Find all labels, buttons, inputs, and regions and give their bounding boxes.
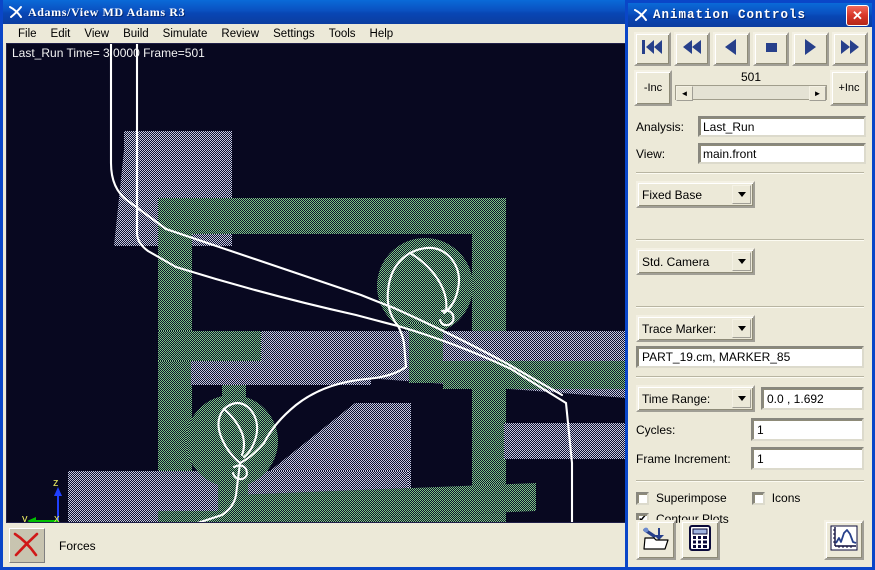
increment-row: -Inc 501 ◄ ► +Inc — [628, 66, 872, 106]
frame-increment-label: Frame Increment: — [636, 451, 731, 466]
range-combo[interactable]: Time Range: — [636, 385, 755, 412]
decrement-button[interactable]: -Inc — [634, 70, 672, 106]
base-combo-value: Fixed Base — [642, 187, 703, 202]
view-row: View: main.front — [628, 137, 872, 164]
close-icon[interactable]: ✕ — [846, 5, 869, 26]
fast-forward-button[interactable] — [831, 32, 868, 66]
bottom-tool-row — [628, 520, 872, 562]
frame-scrollbar[interactable]: ◄ ► — [675, 85, 827, 101]
increment-button[interactable]: +Inc — [830, 70, 868, 106]
record-to-file-button[interactable] — [636, 520, 676, 560]
frame-number-label: 501 — [740, 70, 762, 84]
icons-checkbox[interactable] — [751, 491, 765, 505]
divider-2 — [636, 239, 864, 241]
analysis-label: Analysis: — [636, 119, 685, 134]
animation-titlebar: Animation Controls ✕ — [628, 3, 872, 27]
checkbox-row-1: Superimpose Icons — [628, 491, 872, 505]
frame-increment-row: Frame Increment: 1 — [628, 447, 872, 470]
axis-triad: z y x — [20, 477, 80, 523]
camera-combo-value: Std. Camera — [642, 254, 710, 269]
status-bar: Forces — [6, 527, 627, 564]
save-folder-icon — [642, 525, 670, 556]
menu-item-file[interactable]: File — [11, 27, 44, 41]
divider-1 — [636, 172, 864, 174]
trace-combo[interactable]: Trace Marker: — [636, 315, 755, 342]
animation-controls-window: Animation Controls ✕ -Inc 501 ◄ ► +Inc A… — [625, 0, 875, 570]
chevron-down-icon[interactable] — [732, 252, 751, 271]
menu-item-tools[interactable]: Tools — [322, 27, 363, 41]
main-window: Adams/View MD Adams R3 File Edit View Bu… — [0, 0, 630, 570]
scroll-right-arrow-icon[interactable]: ► — [809, 86, 826, 101]
base-combo[interactable]: Fixed Base — [636, 181, 755, 208]
cycles-label: Cycles: — [636, 422, 676, 437]
menu-item-build[interactable]: Build — [116, 27, 156, 41]
main-titlebar: Adams/View MD Adams R3 — [3, 0, 627, 24]
frame-slider-group: 501 ◄ ► — [675, 70, 827, 101]
skip-start-icon — [641, 38, 663, 61]
axis-label-z: z — [53, 477, 59, 489]
icons-label: Icons — [771, 491, 801, 505]
trace-combo-value: Trace Marker: — [642, 321, 717, 336]
main-window-title: Adams/View MD Adams R3 — [28, 4, 186, 19]
analysis-row: Analysis: Last_Run — [628, 106, 872, 137]
time-range-row: Time Range: 0.0 , 1.692 — [628, 385, 872, 412]
menu-item-settings[interactable]: Settings — [266, 27, 322, 41]
chevron-down-icon[interactable] — [732, 319, 751, 338]
chevron-down-icon[interactable] — [732, 185, 751, 204]
divider-4 — [636, 376, 864, 378]
axis-label-x: x — [54, 513, 60, 523]
calculator-button[interactable] — [680, 520, 720, 560]
menu-item-review[interactable]: Review — [214, 27, 266, 41]
scrollbar-track[interactable] — [693, 86, 809, 99]
play-button[interactable] — [792, 32, 829, 66]
rewind-icon — [681, 38, 703, 61]
plot-button[interactable] — [824, 520, 864, 560]
analysis-input[interactable]: Last_Run — [698, 116, 866, 137]
adams-x-logo-icon — [633, 7, 649, 23]
adams-x-logo-icon[interactable] — [9, 528, 45, 563]
menu-item-simulate[interactable]: Simulate — [156, 27, 215, 41]
animation-window-title: Animation Controls — [653, 8, 807, 22]
trace-marker-input[interactable]: PART_19.cm, MARKER_85 — [636, 346, 864, 368]
fast-forward-icon — [839, 38, 861, 61]
skip-to-start-button[interactable] — [634, 32, 671, 66]
plot-chart-icon — [830, 525, 858, 556]
view-label: View: — [636, 146, 666, 161]
axis-label-y: y — [22, 513, 28, 523]
camera-combo[interactable]: Std. Camera — [636, 248, 755, 275]
cycles-row: Cycles: 1 — [628, 418, 872, 441]
superimpose-checkbox[interactable] — [636, 491, 649, 505]
divider-3 — [636, 306, 864, 308]
step-back-icon — [723, 38, 739, 61]
menu-bar: File Edit View Build Simulate Review Set… — [3, 24, 627, 44]
viewport-status-line: Last_Run Time= 3.0000 Frame=501 — [12, 46, 205, 60]
superimpose-label: Superimpose — [656, 491, 727, 505]
menu-item-view[interactable]: View — [77, 27, 116, 41]
rewind-button[interactable] — [673, 32, 710, 66]
chevron-down-icon[interactable] — [732, 389, 751, 408]
range-value-input[interactable]: 0.0 , 1.692 — [761, 387, 864, 410]
status-bar-text: Forces — [59, 538, 96, 553]
model-viewport[interactable]: Last_Run Time= 3.0000 Frame=501 z y x — [6, 43, 627, 523]
motion-trace-curves — [109, 43, 574, 523]
stop-button[interactable] — [752, 32, 789, 66]
transport-button-row — [628, 27, 872, 66]
calculator-icon — [688, 524, 712, 556]
frame-increment-input[interactable]: 1 — [751, 447, 864, 470]
stop-icon — [763, 39, 779, 60]
scroll-left-arrow-icon[interactable]: ◄ — [676, 86, 693, 101]
animation-panel-body: -Inc 501 ◄ ► +Inc Analysis: Last_Run Vie… — [628, 27, 872, 567]
step-back-button[interactable] — [713, 32, 750, 66]
cycles-input[interactable]: 1 — [751, 418, 864, 441]
range-combo-value: Time Range: — [642, 391, 711, 406]
menu-item-help[interactable]: Help — [363, 27, 401, 41]
adams-x-logo-icon — [8, 4, 24, 20]
divider-5 — [636, 480, 864, 482]
play-icon — [802, 38, 818, 61]
view-input[interactable]: main.front — [698, 143, 866, 164]
application-root: Adams/View MD Adams R3 File Edit View Bu… — [0, 0, 875, 570]
menu-item-edit[interactable]: Edit — [44, 27, 78, 41]
